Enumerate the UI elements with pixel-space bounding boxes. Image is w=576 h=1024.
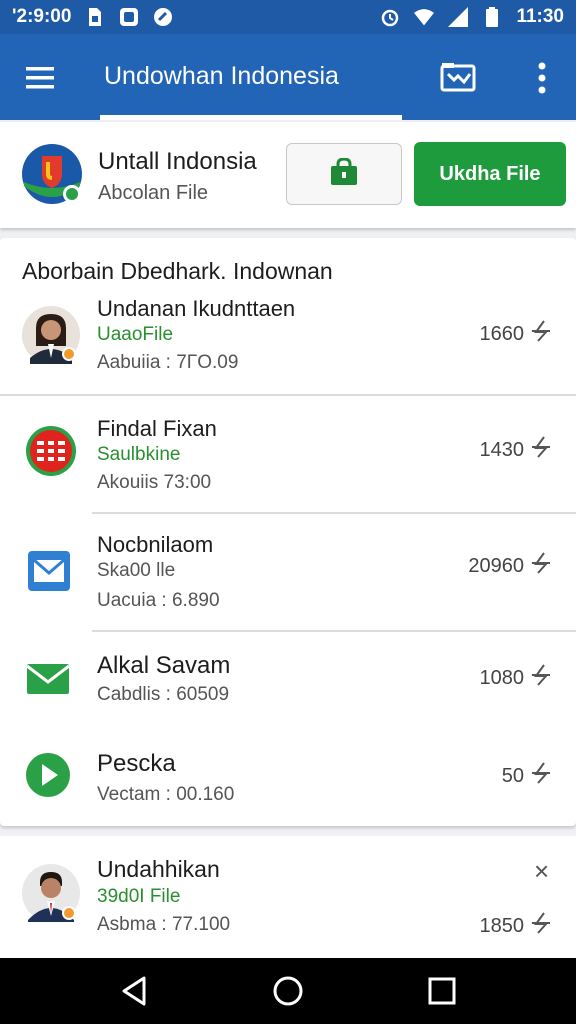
item-amount-value: 1660	[479, 322, 525, 345]
item-title: Pescka	[97, 750, 176, 777]
item-subtitle: UaaoFile	[97, 324, 174, 345]
mail-icon	[22, 542, 80, 600]
back-icon[interactable]	[118, 975, 150, 1007]
wifi-icon	[414, 7, 435, 27]
item-amount: 50	[502, 762, 552, 790]
item-subtitle: Saulbkine	[97, 444, 181, 465]
navigation-bar	[0, 958, 576, 1024]
item-detail: Aabuiia : 7ΓΟ.09	[97, 352, 239, 373]
file-button[interactable]: Ukdha File	[414, 142, 566, 206]
item-title: Undanan Ikudnttaen	[97, 296, 296, 321]
list-item[interactable]: Findal Fixan Saulbkine Akouiis 73:00 143…	[0, 396, 576, 512]
status-time-right: 11:30	[516, 6, 564, 27]
green-mail-icon	[22, 650, 80, 708]
alarm-icon	[380, 7, 400, 27]
item-detail: Cabdlis : 60509	[97, 684, 230, 705]
profile-avatar[interactable]	[20, 142, 84, 206]
more-icon[interactable]	[530, 60, 554, 96]
flash-icon	[530, 912, 552, 940]
item-title: Undahhikan	[97, 856, 220, 882]
status-time-left: '2:9:00	[12, 6, 72, 27]
item-title: Alkal Savam	[97, 652, 231, 679]
item-subtitle: Ska00 lle	[97, 560, 176, 581]
chat-icon	[119, 7, 139, 27]
item-amount: 20960	[468, 552, 552, 580]
item-amount-value: 1080	[479, 666, 525, 689]
item-title: Findal Fixan	[97, 416, 217, 441]
item-amount-value: 1430	[479, 438, 525, 461]
recents-icon[interactable]	[426, 975, 458, 1007]
signal-icon	[448, 7, 469, 27]
item-amount-value: 50	[501, 764, 524, 787]
flash-icon	[530, 436, 552, 464]
menu-icon[interactable]	[24, 62, 56, 94]
red-logo-icon	[22, 422, 80, 480]
flash-icon	[530, 552, 552, 580]
app-title: Undowhan Indonesia	[104, 62, 339, 90]
item-title: Nocbnilaom	[97, 532, 214, 557]
item-amount-value: 1850	[479, 914, 525, 937]
tab-indicator	[100, 115, 402, 120]
item-amount-value: 20960	[468, 554, 524, 577]
shopping-bag-icon	[329, 156, 359, 191]
list-item[interactable]: Nocbnilaom Ska00 lle Uacuia : 6.890 2096…	[0, 514, 576, 630]
profile-card: Untall Indonsia Abcolan File Ukdha File	[0, 122, 576, 228]
app-bar: Undowhan Indonesia	[0, 34, 576, 120]
status-bar: '2:9:00 11:30	[0, 0, 576, 34]
person-avatar	[22, 864, 80, 922]
list-heading: Aborbain Dbedhark. Indownan	[22, 258, 333, 284]
item-amount: 1660	[480, 320, 553, 348]
battery-icon	[482, 7, 502, 27]
item-amount: 1850	[480, 912, 553, 940]
item-detail: Akouiis 73:00	[97, 472, 212, 493]
profile-name: Untall Indonsia	[98, 148, 257, 175]
flash-icon	[530, 664, 552, 692]
item-amount: 1080	[480, 664, 553, 692]
folder-icon[interactable]	[440, 60, 476, 94]
shopping-bag-button[interactable]	[286, 143, 402, 205]
home-icon[interactable]	[272, 975, 304, 1007]
list-card: Aborbain Dbedhark. Indownan Undanan Ikud…	[0, 238, 576, 826]
list-item[interactable]: Undanan Ikudnttaen UaaoFile Aabuiia : 7Γ…	[0, 294, 576, 394]
item-detail: Uacuia : 6.890	[97, 590, 220, 611]
bottom-item-card[interactable]: Undahhikan 39d0I File Asbma : 77.100 × 1…	[0, 836, 576, 958]
item-detail: Vectam : 00.160	[97, 784, 235, 805]
list-item[interactable]: Pescka Vectam : 00.160 50	[0, 728, 576, 824]
profile-subtitle: Abcolan File	[98, 182, 209, 204]
play-icon	[22, 746, 80, 804]
item-detail: Asbma : 77.100	[97, 914, 231, 935]
person-avatar	[22, 306, 80, 364]
close-icon[interactable]: ×	[534, 858, 549, 884]
flash-icon	[530, 320, 552, 348]
item-amount: 1430	[480, 436, 553, 464]
item-subtitle: 39d0I File	[97, 886, 181, 907]
sync-icon	[153, 7, 173, 27]
flash-icon	[530, 762, 552, 790]
list-item[interactable]: Alkal Savam Cabdlis : 60509 1080	[0, 632, 576, 728]
sim-icon	[85, 7, 105, 27]
